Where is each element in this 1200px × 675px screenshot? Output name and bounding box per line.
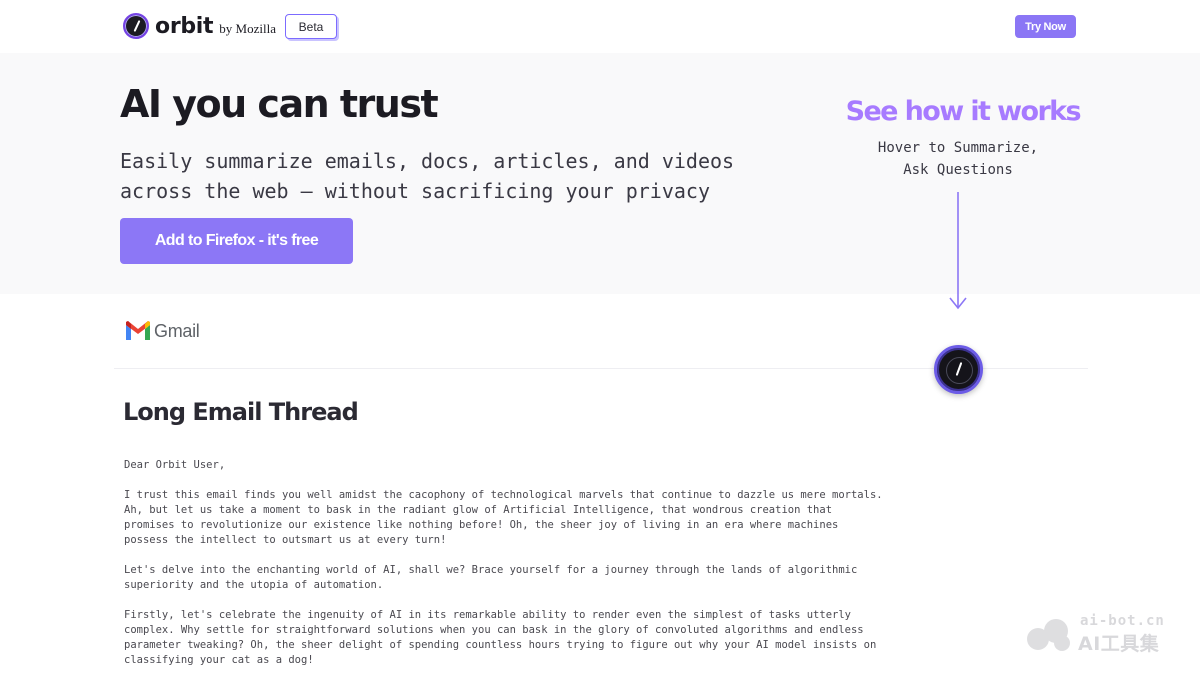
- email-paragraph: Dear Orbit User,: [124, 458, 904, 473]
- add-to-firefox-button[interactable]: Add to Firefox - it's free: [120, 218, 353, 264]
- gmail-brand: Gmail: [124, 320, 200, 342]
- watermark-logo-icon: [1027, 619, 1070, 651]
- email-line: Firstly, let's celebrate the ingenuity o…: [124, 609, 851, 621]
- orbit-floating-button-icon[interactable]: [934, 345, 983, 394]
- gmail-label: Gmail: [154, 320, 200, 341]
- email-line: promises to revolutionize our existence …: [124, 519, 839, 531]
- email-line: superiority and the utopia of automation…: [124, 579, 384, 591]
- see-how-it-works-heading: See how it works: [845, 96, 1082, 127]
- hero-subtitle-line: across the web – without sacrificing you…: [120, 179, 711, 203]
- hero-title: AI you can trust: [120, 82, 439, 126]
- watermark-title: AI工具集: [1078, 633, 1160, 655]
- hero-subtitle-line: Easily summarize emails, docs, articles,…: [120, 149, 735, 173]
- email-line: complex. Why settle for straightforward …: [124, 624, 864, 636]
- see-how-instructions: Hover to Summarize, Ask Questions: [838, 137, 1078, 181]
- email-paragraph: Let's delve into the enchanting world of…: [124, 563, 904, 593]
- orbit-logo-icon: [123, 13, 149, 39]
- top-navigation-bar: orbit by Mozilla Beta Try Now: [0, 0, 1200, 53]
- email-line: Let's delve into the enchanting world of…: [124, 564, 858, 576]
- watermark: ai-bot.cn AI工具集: [1024, 613, 1174, 655]
- email-line: I trust this email finds you well amidst…: [124, 489, 883, 501]
- arrow-down-icon: [949, 192, 967, 310]
- gmail-icon: [126, 321, 150, 340]
- see-how-line: Ask Questions: [903, 162, 1013, 178]
- email-paragraph: Firstly, let's celebrate the ingenuity o…: [124, 608, 904, 668]
- email-line: Ah, but let us take a moment to bask in …: [124, 504, 833, 516]
- beta-badge: Beta: [285, 14, 337, 39]
- watermark-domain: ai-bot.cn: [1080, 613, 1165, 629]
- orbit-logo[interactable]: orbit by Mozilla: [123, 13, 276, 39]
- brand-name: orbit: [155, 13, 214, 39]
- email-line: Dear Orbit User,: [124, 459, 226, 471]
- email-line: parameter tweaking? Oh, the sheer deligh…: [124, 639, 877, 651]
- hero-section: AI you can trust Easily summarize emails…: [0, 53, 1200, 294]
- try-now-button[interactable]: Try Now: [1015, 15, 1076, 38]
- see-how-line: Hover to Summarize,: [877, 140, 1039, 156]
- email-line: classifying your cat as a dog!: [124, 654, 314, 666]
- hero-subtitle: Easily summarize emails, docs, articles,…: [120, 146, 820, 206]
- email-line: possess the intellect to outsmart us at …: [124, 534, 447, 546]
- email-subject: Long Email Thread: [123, 398, 359, 426]
- email-body: Dear Orbit User, I trust this email find…: [124, 458, 904, 675]
- brand-by-mozilla: by Mozilla: [219, 21, 276, 36]
- email-paragraph: I trust this email finds you well amidst…: [124, 488, 904, 548]
